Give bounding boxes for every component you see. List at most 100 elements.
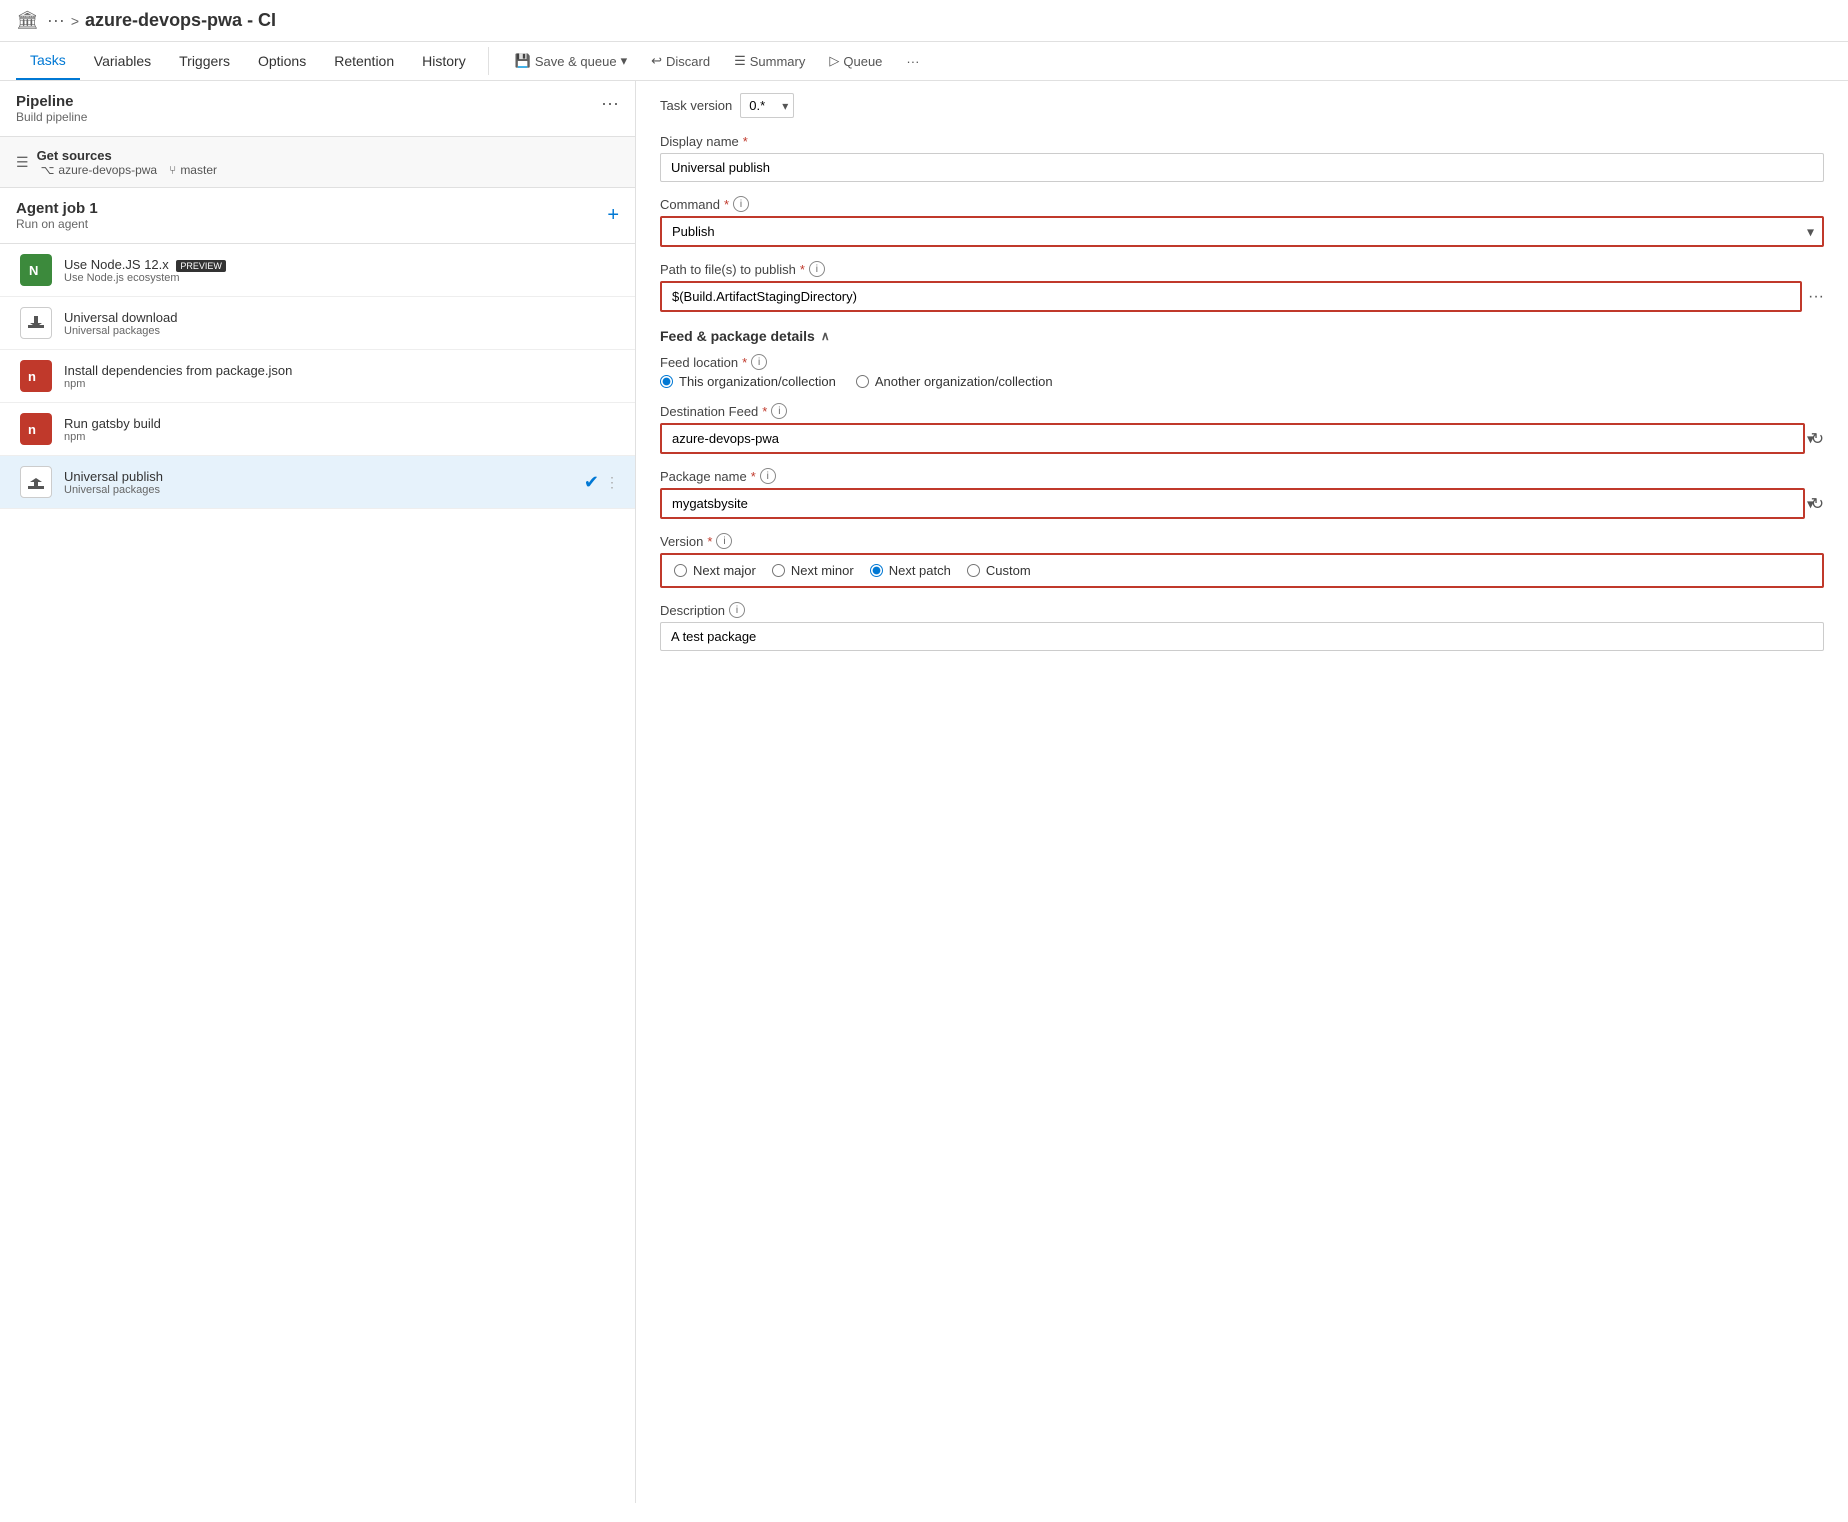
summary-button[interactable]: ☰ Summary [724, 48, 815, 74]
tab-triggers[interactable]: Triggers [165, 43, 244, 79]
agent-job-title: Agent job 1 [16, 200, 98, 217]
pipeline-section: Pipeline Build pipeline ··· [0, 81, 635, 137]
svg-text:n: n [28, 369, 36, 384]
task-check-icon: ✔ [584, 472, 599, 493]
publish-task-actions: ✔ ⋮ [584, 472, 619, 493]
repo-icon: ⌥ [41, 163, 55, 177]
publish-task-info: Universal publish Universal packages [64, 469, 572, 496]
page-title: azure-devops-pwa - CI [85, 10, 276, 31]
next-minor-radio[interactable] [772, 564, 785, 577]
task-item-universal-download[interactable]: Universal download Universal packages [0, 297, 635, 350]
task-item-gatsby-build[interactable]: n Run gatsby build npm [0, 403, 635, 456]
description-info-icon[interactable]: i [729, 602, 745, 618]
command-row: Command * i Publish Download ▾ [660, 196, 1824, 247]
more-actions-button[interactable]: ··· [896, 49, 929, 74]
command-required: * [724, 197, 729, 212]
custom-version-option[interactable]: Custom [967, 563, 1031, 578]
task-grip-icon: ⋮ [605, 474, 619, 491]
right-panel: Task version 0.* 1.* ▾ Display name * Co… [636, 81, 1848, 1503]
another-org-radio[interactable] [856, 375, 869, 388]
task-version-label: Task version [660, 98, 732, 113]
discard-icon: ↩ [651, 53, 662, 69]
this-org-option[interactable]: This organization/collection [660, 374, 836, 389]
svg-text:n: n [28, 422, 36, 437]
version-info-icon[interactable]: i [716, 533, 732, 549]
pipeline-more-button[interactable]: ··· [601, 93, 619, 114]
breadcrumb-arrow: > [71, 13, 79, 29]
app-icon: 🏛 [16, 10, 39, 31]
dropdown-arrow-icon: ▾ [621, 53, 628, 69]
custom-radio[interactable] [967, 564, 980, 577]
feed-location-row: Feed location * i This organization/coll… [660, 354, 1824, 389]
next-minor-option[interactable]: Next minor [772, 563, 854, 578]
queue-button[interactable]: ▷ Queue [819, 48, 892, 74]
nav-actions: 💾 Save & queue ▾ ↩ Discard ☰ Summary ▷ Q… [505, 48, 930, 74]
dest-feed-info-icon[interactable]: i [771, 403, 787, 419]
svg-text:N: N [29, 263, 38, 278]
agent-job-section: Agent job 1 Run on agent + [0, 188, 635, 244]
node-task-icon: N [20, 254, 52, 286]
feed-section-header: Feed & package details ∧ [660, 328, 1824, 344]
package-name-info-icon[interactable]: i [760, 468, 776, 484]
destination-feed-select[interactable]: azure-devops-pwa [660, 423, 1805, 454]
version-radio-group: Next major Next minor Next patch Custom [660, 553, 1824, 588]
dest-feed-refresh-button[interactable]: ↻ [1811, 429, 1824, 449]
package-name-select-wrapper: mygatsbysite ▾ ↻ [660, 488, 1824, 519]
tab-variables[interactable]: Variables [80, 43, 165, 79]
path-input-row: ··· [660, 281, 1824, 312]
section-collapse-icon[interactable]: ∧ [821, 329, 830, 343]
version-row: Version * i Next major Next minor Next p… [660, 533, 1824, 588]
path-info-icon[interactable]: i [809, 261, 825, 277]
command-select[interactable]: Publish Download [660, 216, 1824, 247]
next-major-radio[interactable] [674, 564, 687, 577]
next-major-option[interactable]: Next major [674, 563, 756, 578]
path-row: Path to file(s) to publish * i ··· [660, 261, 1824, 312]
discard-button[interactable]: ↩ Discard [641, 48, 720, 74]
agent-job-subtitle: Run on agent [16, 217, 98, 231]
task-item-universal-publish[interactable]: Universal publish Universal packages ✔ ⋮ [0, 456, 635, 509]
task-item-node[interactable]: N Use Node.JS 12.x PREVIEW Use Node.js e… [0, 244, 635, 297]
package-name-label: Package name * i [660, 468, 1824, 484]
tab-options[interactable]: Options [244, 43, 320, 79]
filter-icon: ☰ [16, 154, 29, 171]
dest-feed-select-wrapper: azure-devops-pwa ▾ ↻ [660, 423, 1824, 454]
pipeline-subtitle: Build pipeline [16, 110, 87, 124]
description-input[interactable] [660, 622, 1824, 651]
install-deps-subtitle: npm [64, 378, 619, 390]
version-label: Version * i [660, 533, 1824, 549]
task-version-select[interactable]: 0.* 1.* [740, 93, 794, 118]
description-label: Description i [660, 602, 1824, 618]
version-select-wrapper: 0.* 1.* ▾ [740, 93, 794, 118]
tab-history[interactable]: History [408, 43, 480, 79]
path-input[interactable] [660, 281, 1802, 312]
package-name-required: * [751, 469, 756, 484]
task-item-install-deps[interactable]: n Install dependencies from package.json… [0, 350, 635, 403]
queue-play-icon: ▷ [829, 53, 839, 69]
tab-retention[interactable]: Retention [320, 43, 408, 79]
save-icon: 💾 [515, 53, 531, 69]
this-org-radio[interactable] [660, 375, 673, 388]
header-dots-menu[interactable]: ··· [47, 10, 65, 31]
display-name-label: Display name * [660, 134, 1824, 149]
get-sources-title: Get sources [37, 148, 112, 163]
install-deps-name: Install dependencies from package.json [64, 363, 619, 378]
next-patch-option[interactable]: Next patch [870, 563, 951, 578]
path-more-button[interactable]: ··· [1808, 288, 1824, 306]
package-name-select[interactable]: mygatsbysite [660, 488, 1805, 519]
node-task-info: Use Node.JS 12.x PREVIEW Use Node.js eco… [64, 257, 619, 284]
command-info-icon[interactable]: i [733, 196, 749, 212]
display-name-input[interactable] [660, 153, 1824, 182]
branch-name: master [180, 163, 217, 177]
package-name-refresh-button[interactable]: ↻ [1811, 494, 1824, 514]
next-patch-radio[interactable] [870, 564, 883, 577]
tab-tasks[interactable]: Tasks [16, 42, 80, 80]
add-task-button[interactable]: + [607, 204, 619, 227]
another-org-option[interactable]: Another organization/collection [856, 374, 1053, 389]
feed-location-info-icon[interactable]: i [751, 354, 767, 370]
preview-badge: PREVIEW [176, 260, 226, 272]
save-queue-button[interactable]: 💾 Save & queue ▾ [505, 48, 637, 74]
branch-icon: ⑂ [169, 163, 176, 177]
branch-item: ⑂ master [169, 163, 217, 177]
download-task-subtitle: Universal packages [64, 325, 619, 337]
pipeline-info: Pipeline Build pipeline [16, 93, 87, 124]
